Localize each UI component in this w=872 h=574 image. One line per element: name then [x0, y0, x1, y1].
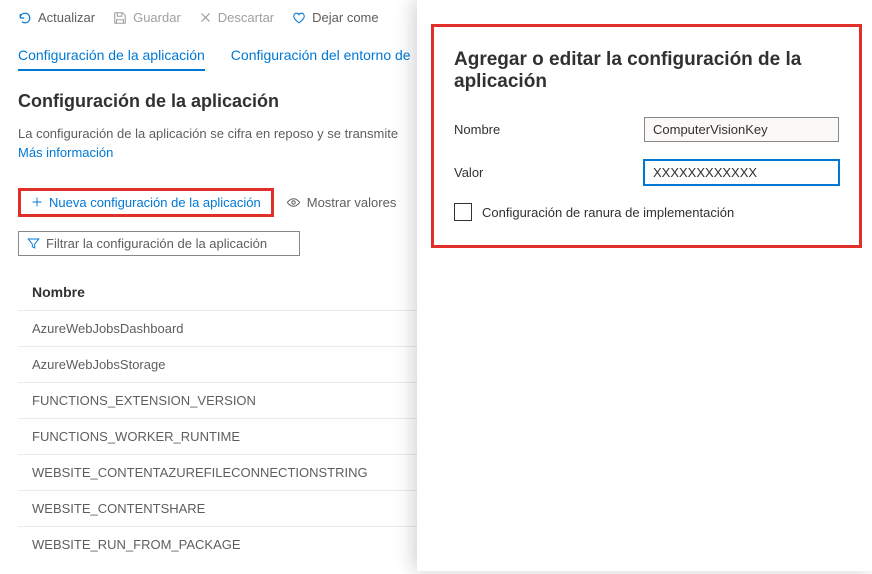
slot-setting-label: Configuración de ranura de implementació… — [482, 205, 734, 220]
filter-icon — [27, 237, 40, 250]
save-icon — [113, 11, 127, 25]
refresh-button[interactable]: Actualizar — [18, 10, 95, 25]
show-values-label: Mostrar valores — [307, 195, 397, 210]
filter-input[interactable]: Filtrar la configuración de la aplicació… — [18, 231, 300, 256]
value-label: Valor — [454, 165, 644, 180]
edit-setting-panel: Agregar o editar la configuración de la … — [417, 0, 872, 571]
more-info-link[interactable]: Más información — [18, 145, 113, 160]
discard-button[interactable]: Descartar — [199, 10, 274, 25]
checkbox-icon[interactable] — [454, 203, 472, 221]
refresh-label: Actualizar — [38, 10, 95, 25]
tab-runtime-env[interactable]: Configuración del entorno de — [231, 47, 411, 71]
new-app-setting-label: Nueva configuración de la aplicación — [49, 195, 261, 210]
leave-feedback-button[interactable]: Dejar come — [292, 10, 378, 25]
plus-icon — [31, 196, 43, 208]
new-app-setting-button[interactable]: Nueva configuración de la aplicación — [18, 188, 274, 217]
name-input[interactable] — [644, 117, 839, 142]
refresh-icon — [18, 11, 32, 25]
name-label: Nombre — [454, 122, 644, 137]
heart-icon — [292, 11, 306, 25]
show-values-button[interactable]: Mostrar valores — [286, 195, 397, 210]
form-row-name: Nombre — [454, 117, 839, 142]
discard-label: Descartar — [218, 10, 274, 25]
filter-placeholder: Filtrar la configuración de la aplicació… — [46, 236, 267, 251]
save-label: Guardar — [133, 10, 181, 25]
eye-icon — [286, 195, 301, 210]
panel-title: Agregar o editar la configuración de la … — [454, 49, 839, 93]
value-input[interactable] — [644, 160, 839, 185]
slot-setting-row[interactable]: Configuración de ranura de implementació… — [454, 203, 839, 221]
tab-app-config[interactable]: Configuración de la aplicación — [18, 47, 205, 71]
save-button[interactable]: Guardar — [113, 10, 181, 25]
discard-icon — [199, 11, 212, 24]
leave-feedback-label: Dejar come — [312, 10, 378, 25]
edit-setting-panel-inner: Agregar o editar la configuración de la … — [431, 24, 862, 248]
form-row-value: Valor — [454, 160, 839, 185]
